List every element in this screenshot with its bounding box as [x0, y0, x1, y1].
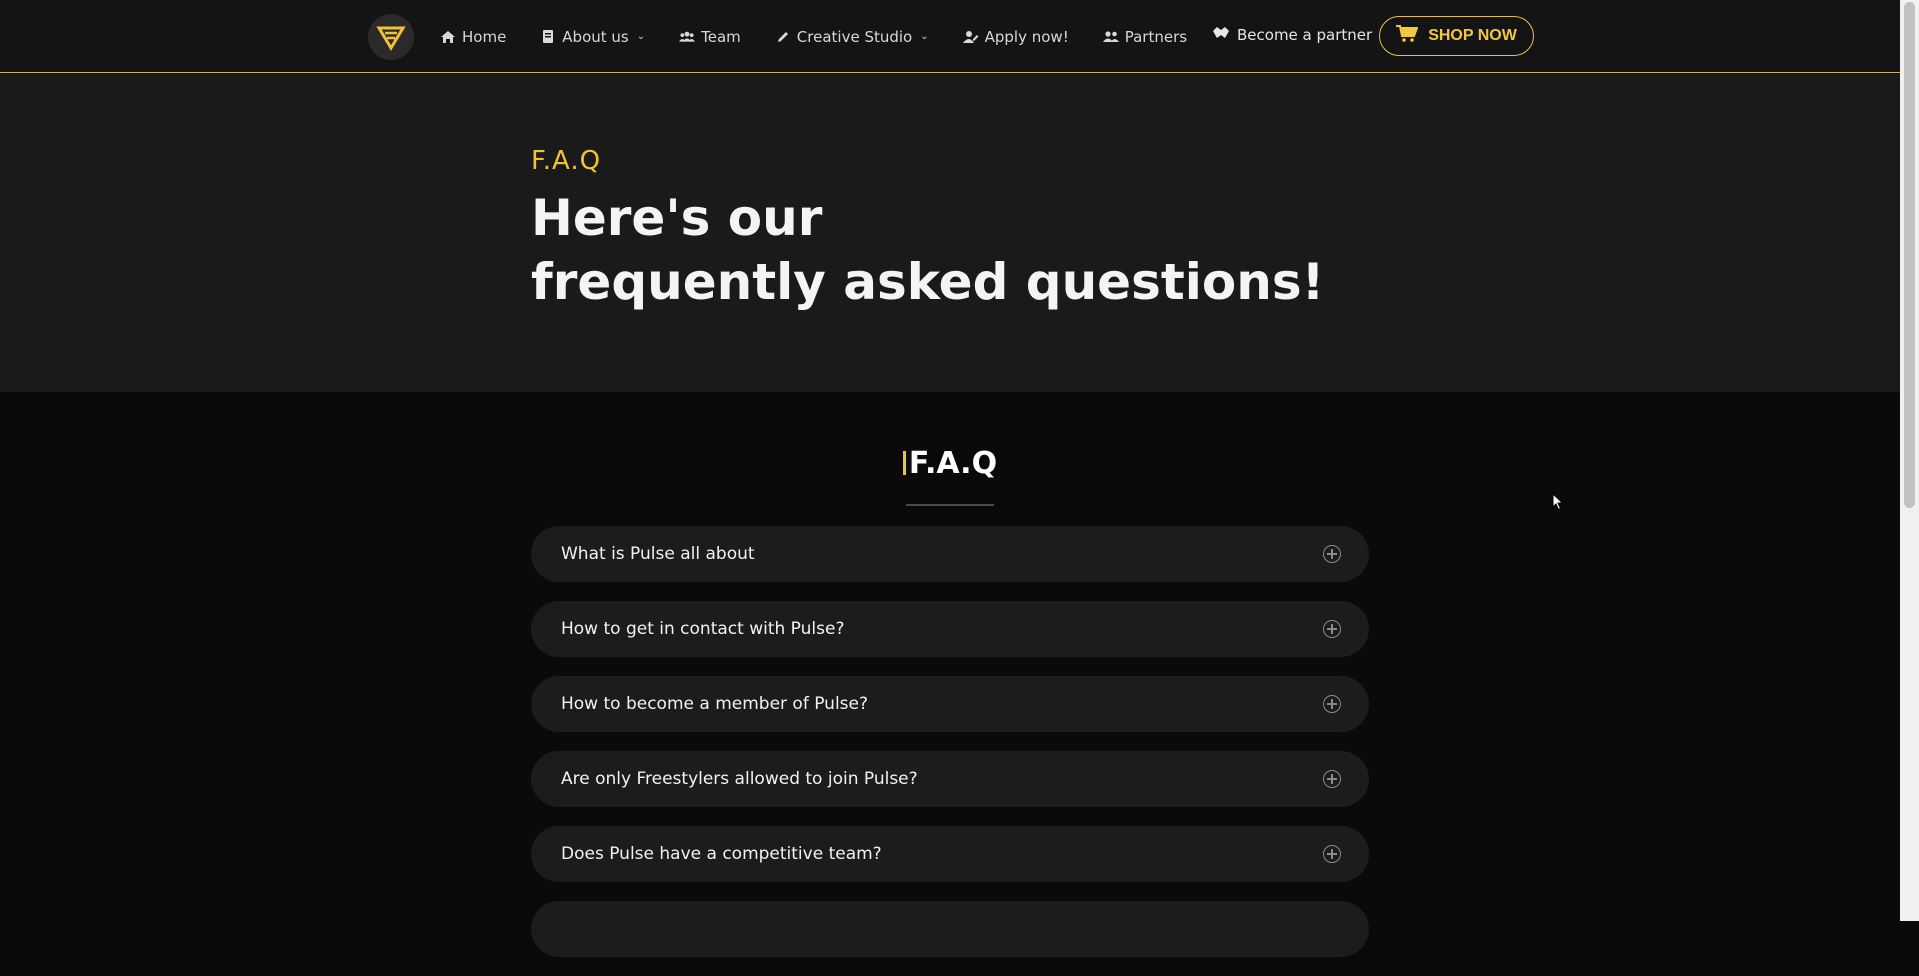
handshake-icon [1212, 26, 1230, 44]
faq-item-partial[interactable] [531, 901, 1369, 957]
faq-item[interactable]: Are only Freestylers allowed to join Pul… [531, 751, 1369, 807]
scrollbar-thumb[interactable] [1904, 2, 1915, 508]
become-partner-link[interactable]: Become a partner [1212, 26, 1372, 44]
faq-item[interactable]: How to get in contact with Pulse? [531, 601, 1369, 657]
faq-item[interactable]: Does Pulse have a competitive team? [531, 826, 1369, 882]
faq-section: F.A.Q What is Pulse all about How to get… [0, 392, 1900, 957]
faq-question: Are only Freestylers allowed to join Pul… [561, 769, 918, 789]
plus-circle-icon[interactable] [1323, 770, 1341, 788]
plus-circle-icon[interactable] [1323, 620, 1341, 638]
nav-item-label: Creative Studio [796, 27, 913, 46]
pen-icon [775, 29, 791, 45]
document-icon [540, 29, 556, 45]
nav-item-team[interactable]: Team [679, 28, 741, 46]
faq-list: What is Pulse all about How to get in co… [531, 526, 1369, 976]
nav-links: Home About us ⌄ Team Creative Studio ⌄ A… [440, 0, 1221, 73]
faq-heading-text: F.A.Q [908, 446, 998, 481]
logo-icon [376, 26, 406, 51]
title-line-2: frequently asked questions! [531, 253, 1325, 311]
faq-item[interactable]: How to become a member of Pulse? [531, 676, 1369, 732]
nav-item-creative-studio[interactable]: Creative Studio ⌄ [775, 28, 929, 46]
nav-item-label: Apply now! [984, 27, 1069, 46]
team-icon [679, 29, 696, 45]
faq-item[interactable]: What is Pulse all about [531, 526, 1369, 582]
heading-underline [906, 504, 994, 506]
users-icon [1102, 29, 1119, 45]
nav-item-partners[interactable]: Partners [1102, 27, 1188, 46]
faq-question: Does Pulse have a competitive team? [561, 844, 882, 864]
page-title: Here's our frequently asked questions! [531, 186, 1324, 314]
nav-item-home[interactable]: Home [440, 28, 506, 46]
plus-circle-icon[interactable] [1323, 545, 1341, 563]
plus-circle-icon[interactable] [1323, 695, 1341, 713]
nav-item-apply-now[interactable]: Apply now! [962, 27, 1069, 46]
hero-section: F.A.Q Here's our frequently asked questi… [0, 74, 1900, 392]
nav-item-label: Home [462, 27, 507, 46]
nav-item-label: Team [701, 27, 741, 46]
faq-question: How to become a member of Pulse? [561, 694, 869, 714]
home-icon [440, 29, 456, 45]
faq-question: How to get in contact with Pulse? [561, 619, 845, 639]
plus-circle-icon[interactable] [1323, 845, 1341, 863]
become-partner-label: Become a partner [1237, 26, 1373, 44]
faq-question: What is Pulse all about [561, 544, 755, 564]
nav-item-label: About us [562, 27, 629, 46]
chevron-down-icon: ⌄ [636, 31, 646, 42]
nav-item-label: Partners [1124, 27, 1188, 46]
mouse-cursor-icon [1552, 492, 1564, 515]
user-edit-icon [962, 29, 979, 45]
heading-accent-bar [902, 451, 906, 475]
pulse-logo[interactable] [368, 14, 414, 60]
shopping-cart-icon [1396, 24, 1419, 48]
title-line-1: Here's our [531, 189, 823, 247]
page-scrollbar[interactable] [1900, 0, 1919, 921]
shop-now-label: SHOP NOW [1428, 27, 1517, 44]
shop-now-button[interactable]: SHOP NOW [1379, 16, 1534, 56]
chevron-down-icon: ⌄ [920, 31, 929, 42]
top-navbar: Home About us ⌄ Team Creative Studio ⌄ A… [0, 0, 1900, 73]
faq-heading: F.A.Q [0, 446, 1900, 481]
nav-item-about-us[interactable]: About us ⌄ [540, 28, 645, 46]
hero-kicker: F.A.Q [531, 146, 602, 176]
